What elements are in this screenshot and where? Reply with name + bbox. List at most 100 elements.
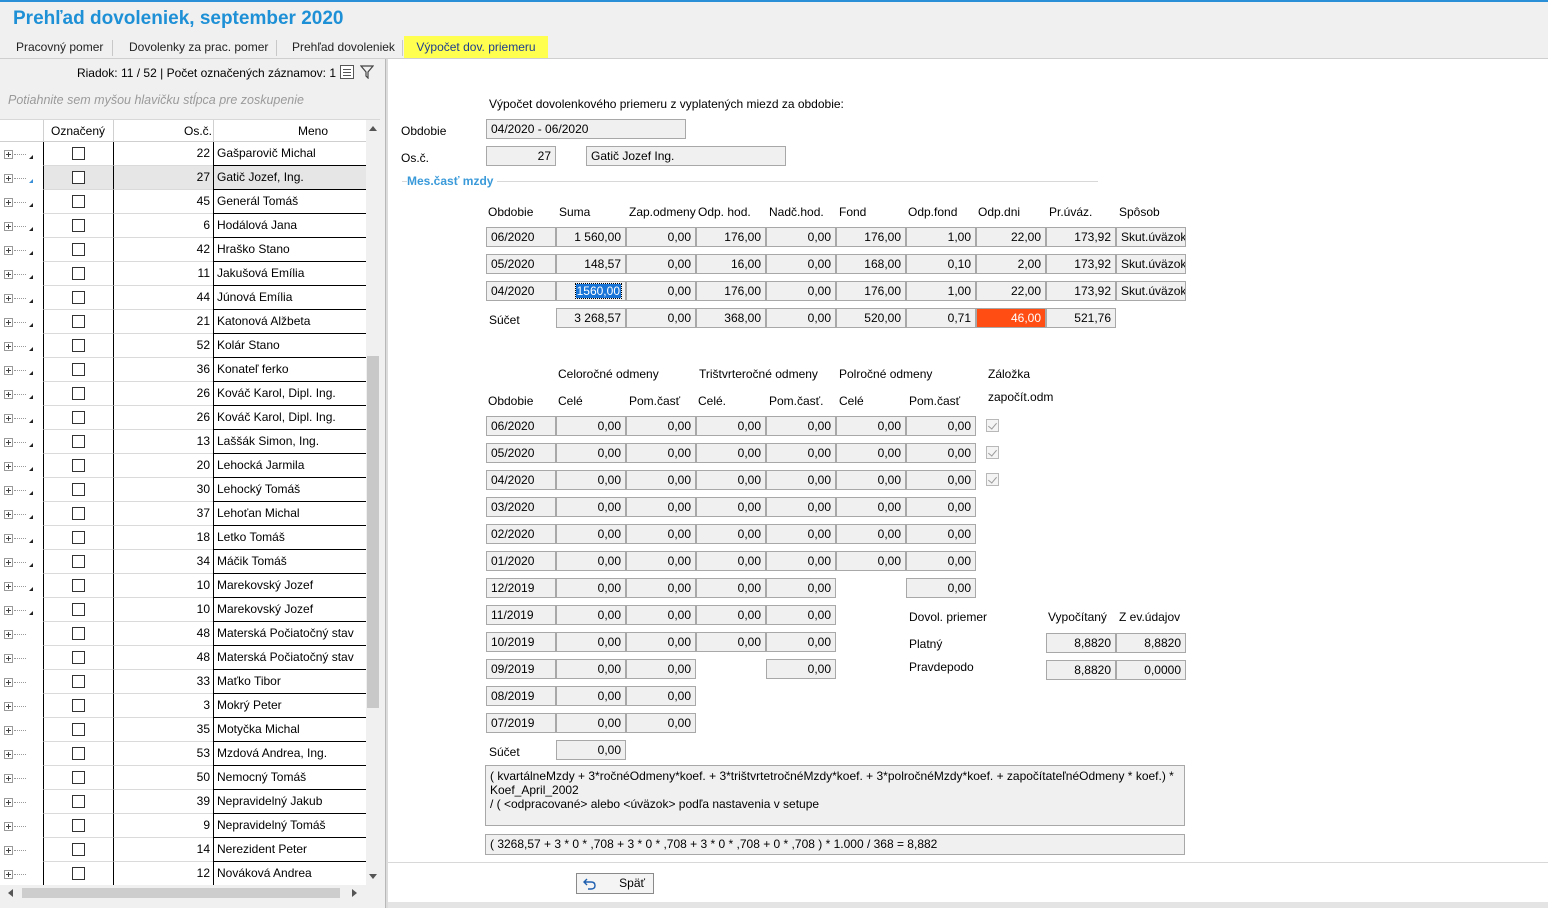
table-row[interactable]: 48 Materská Počiatočný stav xyxy=(0,646,366,670)
mzdy-value-field[interactable]: 0,10 xyxy=(906,254,976,274)
table-row[interactable]: 53 Mzdová Andrea, Ing. xyxy=(0,742,366,766)
mzdy-value-field[interactable]: 1560,00 xyxy=(556,281,626,301)
row-checkbox[interactable] xyxy=(72,867,85,880)
expand-icon[interactable] xyxy=(4,630,13,639)
table-row[interactable]: 45 Generál Tomáš xyxy=(0,190,366,214)
tab-vypocet-dov-priemeru[interactable]: Výpočet dov. priemeru xyxy=(404,36,548,58)
pravdepodo-vypocitany-field[interactable]: 8,8820 xyxy=(1046,660,1116,680)
scrollbar-thumb[interactable] xyxy=(22,888,340,898)
tab-pracovny-pomer[interactable]: Pracovný pomer xyxy=(12,36,107,58)
row-checkbox[interactable] xyxy=(72,411,85,424)
odmeny-value-field[interactable]: 0,00 xyxy=(696,632,766,652)
odmeny-value-field[interactable]: 0,00 xyxy=(626,713,696,733)
column-header-oznaceny[interactable]: Označený xyxy=(51,124,105,138)
odmeny-value-field[interactable]: 0,00 xyxy=(906,470,976,490)
odmeny-value-field[interactable]: 0,00 xyxy=(626,632,696,652)
expand-icon[interactable] xyxy=(4,198,13,207)
scroll-up-icon[interactable] xyxy=(369,126,377,131)
table-row[interactable]: 33 Maťko Tibor xyxy=(0,670,366,694)
odmeny-value-field[interactable]: 0,00 xyxy=(766,659,836,679)
odmeny-value-field[interactable]: 0,00 xyxy=(556,713,626,733)
table-row[interactable]: 13 Laššák Simon, Ing. xyxy=(0,430,366,454)
row-checkbox[interactable] xyxy=(72,651,85,664)
expand-icon[interactable] xyxy=(4,582,13,591)
expand-icon[interactable] xyxy=(4,726,13,735)
odmeny-value-field[interactable]: 0,00 xyxy=(626,659,696,679)
odmeny-value-field[interactable]: 0,00 xyxy=(766,632,836,652)
odmeny-period-field[interactable]: 01/2020 xyxy=(486,551,556,571)
mzdy-value-field[interactable]: 2,00 xyxy=(976,254,1046,274)
mzdy-value-field[interactable]: 176,00 xyxy=(696,281,766,301)
row-checkbox[interactable] xyxy=(72,339,85,352)
expand-icon[interactable] xyxy=(4,150,13,159)
scroll-down-icon[interactable] xyxy=(369,874,377,879)
back-button[interactable]: Späť xyxy=(576,873,654,894)
mzdy-value-field[interactable]: 0,00 xyxy=(766,254,836,274)
row-checkbox[interactable] xyxy=(72,747,85,760)
table-row[interactable]: 21 Katonová Alžbeta xyxy=(0,310,366,334)
expand-icon[interactable] xyxy=(4,270,13,279)
row-checkbox[interactable] xyxy=(72,363,85,376)
expand-icon[interactable] xyxy=(4,774,13,783)
mzdy-value-field[interactable]: 16,00 xyxy=(696,254,766,274)
odmeny-period-field[interactable]: 05/2020 xyxy=(486,443,556,463)
osc-field[interactable]: 27 xyxy=(486,146,556,166)
mzdy-value-field[interactable]: 176,00 xyxy=(836,281,906,301)
mzdy-value-field[interactable]: 0,00 xyxy=(766,227,836,247)
mzdy-sum-field[interactable]: 46,00 xyxy=(976,308,1046,328)
odmeny-value-field[interactable]: 0,00 xyxy=(696,578,766,598)
expand-icon[interactable] xyxy=(4,654,13,663)
platny-vypocitany-field[interactable]: 8,8820 xyxy=(1046,633,1116,653)
tab-prehlad-dovoleniek[interactable]: Prehľad dovoleniek xyxy=(288,36,399,58)
table-row[interactable]: 50 Nemocný Tomáš xyxy=(0,766,366,790)
table-row[interactable]: 30 Lehocký Tomáš xyxy=(0,478,366,502)
odmeny-period-field[interactable]: 11/2019 xyxy=(486,605,556,625)
table-row[interactable]: 26 Kováč Karol, Dipl. Ing. xyxy=(0,406,366,430)
odmeny-value-field[interactable]: 0,00 xyxy=(766,524,836,544)
table-row[interactable]: 52 Kolár Stano xyxy=(0,334,366,358)
row-checkbox[interactable] xyxy=(72,675,85,688)
row-checkbox[interactable] xyxy=(72,843,85,856)
odmeny-value-field[interactable]: 0,00 xyxy=(766,443,836,463)
odmeny-value-field[interactable]: 0,00 xyxy=(556,605,626,625)
odmeny-value-field[interactable]: 0,00 xyxy=(766,470,836,490)
odmeny-value-field[interactable]: 0,00 xyxy=(626,551,696,571)
row-checkbox[interactable] xyxy=(72,435,85,448)
table-row[interactable]: 22 Gašparovič Michal xyxy=(0,142,366,166)
expand-icon[interactable] xyxy=(4,750,13,759)
odmeny-value-field[interactable]: 0,00 xyxy=(556,686,626,706)
mzdy-period-field[interactable]: 06/2020 xyxy=(486,227,556,247)
expand-icon[interactable] xyxy=(4,534,13,543)
odmeny-value-field[interactable]: 0,00 xyxy=(556,524,626,544)
table-row[interactable]: 14 Nerezident Peter xyxy=(0,838,366,862)
odmeny-value-field[interactable]: 0,00 xyxy=(626,470,696,490)
odmeny-period-field[interactable]: 12/2019 xyxy=(486,578,556,598)
odmeny-value-field[interactable]: 0,00 xyxy=(766,497,836,517)
odmeny-value-field[interactable]: 0,00 xyxy=(766,578,836,598)
odmeny-value-field[interactable]: 0,00 xyxy=(556,443,626,463)
expand-icon[interactable] xyxy=(4,486,13,495)
odmeny-sum-field[interactable]: 0,00 xyxy=(556,740,626,760)
odmeny-value-field[interactable]: 0,00 xyxy=(766,551,836,571)
row-checkbox[interactable] xyxy=(72,603,85,616)
formula-description[interactable]: ( kvartálneMzdy + 3*ročnéOdmeny*koef. + … xyxy=(485,765,1185,826)
table-row[interactable]: 42 Hraško Stano xyxy=(0,238,366,262)
employee-name-field[interactable]: Gatič Jozef Ing. xyxy=(586,146,786,166)
odmeny-value-field[interactable]: 0,00 xyxy=(766,416,836,436)
odmeny-value-field[interactable]: 0,00 xyxy=(556,497,626,517)
odmeny-period-field[interactable]: 04/2020 xyxy=(486,470,556,490)
row-checkbox[interactable] xyxy=(72,459,85,472)
expand-icon[interactable] xyxy=(4,510,13,519)
odmeny-value-field[interactable]: 0,00 xyxy=(906,443,976,463)
odmeny-value-field[interactable]: 0,00 xyxy=(836,443,906,463)
expand-icon[interactable] xyxy=(4,318,13,327)
zapocit-odm-checkbox[interactable] xyxy=(986,473,999,486)
scroll-left-icon[interactable] xyxy=(8,889,13,897)
mzdy-value-field[interactable]: 0,00 xyxy=(626,281,696,301)
mzdy-value-field[interactable]: 22,00 xyxy=(976,227,1046,247)
pravdepodo-ev-field[interactable]: 0,0000 xyxy=(1116,660,1186,680)
table-row[interactable]: 3 Mokrý Peter xyxy=(0,694,366,718)
scrollbar-thumb[interactable] xyxy=(367,356,379,708)
mzdy-value-field[interactable]: Skut.úväzok xyxy=(1116,227,1186,247)
odmeny-value-field[interactable]: 0,00 xyxy=(626,605,696,625)
